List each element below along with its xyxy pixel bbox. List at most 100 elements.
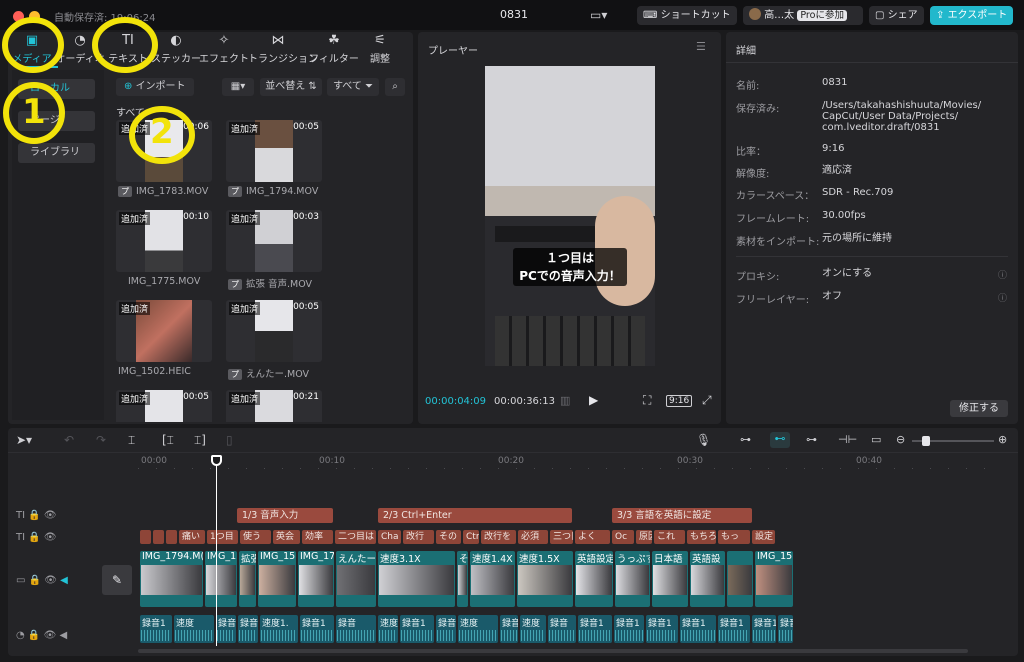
pro-badge[interactable]: Proに参加 [797, 10, 847, 21]
zoom-in-icon[interactable]: ⊕ [998, 433, 1007, 446]
delete-icon[interactable]: ▯ [226, 433, 233, 447]
media-clip[interactable]: 追加済 00:05 [116, 390, 212, 422]
trim-right-icon[interactable]: ⌶] [194, 433, 206, 448]
text-clip[interactable]: その [436, 530, 461, 544]
timeline-scrollbar[interactable] [8, 648, 1018, 654]
scrollbar-thumb[interactable] [138, 649, 968, 653]
text-clip[interactable] [166, 530, 177, 544]
video-preview[interactable]: １つ目は PCでの音声入力！ [485, 66, 655, 366]
text-clip[interactable]: 英会 [273, 530, 300, 544]
lock-icon[interactable]: 🔒 [28, 510, 40, 521]
video-clip[interactable]: 拡張 [239, 551, 256, 607]
video-clip[interactable]: 日本語 [652, 551, 688, 607]
audio-clip[interactable]: 録音1 [778, 615, 793, 643]
lock-icon[interactable]: 🔒 [28, 532, 40, 543]
media-clip[interactable]: 追加済 00:21 [226, 390, 322, 422]
audio-clip[interactable]: 録音1 [752, 615, 776, 643]
audio-clip[interactable]: 録音1 [216, 615, 236, 643]
text-clip[interactable]: もちろ [687, 530, 716, 544]
fit-screen-icon[interactable]: ⛶ [643, 393, 651, 408]
video-clip[interactable]: 速度1.4X [470, 551, 515, 607]
search-icon[interactable]: ⌕ [385, 78, 405, 96]
video-clip[interactable] [727, 551, 753, 607]
audio-clip[interactable]: 録音1 [238, 615, 258, 643]
video-clip[interactable]: 速度3.1X [378, 551, 455, 607]
media-clip[interactable]: 追加済 00:05 [226, 120, 322, 182]
text-clip[interactable]: Oc [612, 530, 634, 544]
playhead[interactable] [216, 456, 217, 646]
text-clip[interactable] [140, 530, 151, 544]
audio-clip[interactable]: 録音1 [500, 615, 518, 643]
playhead-handle[interactable] [211, 455, 222, 466]
audio-clip[interactable]: 録音1 [646, 615, 678, 643]
help-icon[interactable]: ⓘ [998, 291, 1007, 304]
ratio-button[interactable]: 9:16 [666, 395, 693, 407]
link-icon[interactable]: ⊶ [806, 433, 817, 446]
audio-clip[interactable]: 速度 [458, 615, 498, 643]
zoom-slider-handle[interactable] [922, 436, 930, 446]
eye-icon[interactable]: 👁 [44, 630, 57, 641]
title-clip[interactable]: 2/3 Ctrl+Enter [378, 508, 572, 523]
microphone-icon[interactable]: 🎙 [696, 433, 711, 447]
text-clip[interactable]: 必須 [518, 530, 548, 544]
eye-icon[interactable]: 👁 [44, 510, 57, 521]
eye-icon[interactable]: 👁 [44, 575, 57, 586]
lock-icon[interactable]: 🔒 [29, 575, 41, 586]
title-clip[interactable]: 3/3 言語を英語に設定 [612, 508, 752, 523]
media-clip[interactable]: 追加済 00:05 [226, 300, 322, 362]
audio-clip[interactable]: 録音1 [400, 615, 434, 643]
waveform-icon[interactable]: ▥ [560, 394, 570, 407]
share-button[interactable]: ▢ シェア [869, 6, 924, 25]
video-clip[interactable]: えんたー. [336, 551, 376, 607]
lock-icon[interactable]: 🔒 [28, 630, 40, 641]
text-clip[interactable]: 痛い [179, 530, 205, 544]
fullscreen-icon[interactable]: ⤢ [702, 393, 712, 408]
audio-clip[interactable]: 速度1. [260, 615, 298, 643]
tab-transition[interactable]: ⋈ トランジション [248, 32, 318, 68]
text-clip[interactable]: Cha [378, 530, 401, 544]
link-main-track-icon[interactable]: ⊶ [740, 433, 751, 446]
audio-clip[interactable]: 録音1 [718, 615, 750, 643]
audio-clip[interactable]: 録音 [336, 615, 376, 643]
filter-button[interactable]: すべて ⏷ [327, 78, 379, 96]
text-clip[interactable]: 改行を [481, 530, 516, 544]
select-tool-icon[interactable]: ➤▾ [16, 433, 32, 447]
eye-icon[interactable]: 👁 [44, 532, 57, 543]
text-clip[interactable] [153, 530, 164, 544]
audio-clip[interactable]: 録音1 [578, 615, 612, 643]
text-clip[interactable]: もっ [718, 530, 750, 544]
undo-icon[interactable]: ↶ [64, 433, 74, 447]
audio-clip[interactable]: 録音1 [614, 615, 644, 643]
cover-edit-button[interactable]: ✎ [102, 565, 132, 595]
video-clip[interactable]: 英語設定 [575, 551, 613, 607]
audio-clip[interactable]: 録音 [436, 615, 456, 643]
media-clip[interactable]: 追加済 00:10 [116, 210, 212, 272]
text-clip[interactable]: 改行 [403, 530, 434, 544]
export-button[interactable]: ⇪ エクスポート [930, 6, 1014, 25]
text-clip[interactable]: 設定 [752, 530, 775, 544]
text-clip[interactable]: Ctrl+E [463, 530, 479, 544]
sort-button[interactable]: 並べ替え ⇅ [260, 78, 322, 96]
edit-details-button[interactable]: 修正する [950, 400, 1008, 417]
text-clip[interactable]: 原因は [636, 530, 652, 544]
layout-icon[interactable]: ▭▾ [590, 8, 607, 22]
menu-icon[interactable]: ☰ [696, 40, 706, 53]
video-clip[interactable]: そ [457, 551, 468, 607]
magnet-icon[interactable]: ⊷ [770, 432, 790, 448]
audio-clip[interactable]: 録音1 [680, 615, 716, 643]
video-clip[interactable]: 英語設 [690, 551, 725, 607]
media-clip[interactable]: 追加済 [116, 300, 212, 362]
split-icon[interactable]: ⌶ [128, 433, 135, 448]
video-clip[interactable]: IMG_15 [755, 551, 793, 607]
text-clip[interactable]: 三つ目は [550, 530, 573, 544]
account-button[interactable]: 高…太 Proに参加 [743, 6, 863, 25]
audio-clip[interactable]: 速度 [174, 615, 214, 643]
tab-adjust[interactable]: ⚟ 調整 [352, 32, 408, 68]
video-clip[interactable]: IMG_1794.M( [140, 551, 203, 607]
text-clip[interactable]: これ [654, 530, 685, 544]
text-clip[interactable]: 効率 [302, 530, 333, 544]
video-clip[interactable]: IMG_15 [258, 551, 296, 607]
play-button[interactable]: ▶ [589, 393, 598, 407]
video-clip[interactable]: 速度1.5X [517, 551, 573, 607]
text-clip[interactable]: よく [575, 530, 610, 544]
